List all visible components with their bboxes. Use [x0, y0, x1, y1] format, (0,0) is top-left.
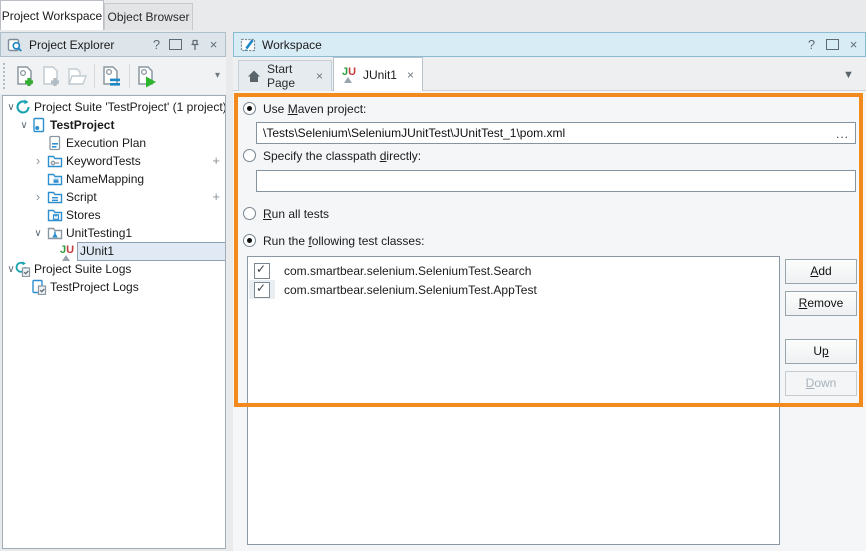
tab-start-page[interactable]: Start Page × — [238, 60, 332, 91]
app-window: Project Workspace Object Browser Project… — [0, 0, 866, 551]
use-maven-radio[interactable] — [243, 102, 256, 115]
project-explorer-header: Project Explorer ? × — [0, 32, 226, 57]
project-explorer-icon — [7, 37, 23, 53]
tab-list-dropdown-icon[interactable]: ▼ — [843, 69, 854, 81]
tab-junit1[interactable]: JU JUnit1 × — [333, 57, 423, 91]
down-button[interactable]: Down — [785, 371, 857, 396]
unit-testing-icon — [47, 225, 63, 241]
script-icon — [47, 189, 63, 205]
tab-project-workspace[interactable]: Project Workspace — [0, 0, 104, 30]
toolbar-separator — [129, 64, 130, 88]
open-item-button[interactable] — [64, 63, 90, 89]
tab-start-page-label: Start Page — [267, 62, 306, 90]
tree-item-testproject[interactable]: ∨ TestProject — [3, 116, 225, 134]
run-following-label: Run the following test classes: — [263, 234, 424, 248]
list-item[interactable]: com.smartbear.selenium.SeleniumTest.AppT… — [249, 280, 780, 299]
maximize-icon[interactable] — [826, 39, 839, 50]
classpath-label: Specify the classpath directly: — [263, 149, 421, 163]
stores-icon — [47, 207, 63, 223]
tree-item-testproject-logs[interactable]: TestProject Logs — [3, 278, 225, 296]
classpath-input[interactable] — [256, 170, 856, 192]
test-class-name: com.smartbear.selenium.SeleniumTest.Sear… — [284, 264, 531, 278]
close-tab-icon[interactable]: × — [316, 69, 323, 83]
tree-item-execution-plan[interactable]: Execution Plan — [3, 134, 225, 152]
add-child-button[interactable]: + — [212, 191, 220, 203]
tab-object-browser[interactable]: Object Browser — [104, 3, 193, 30]
close-icon[interactable]: × — [848, 38, 859, 51]
tab-project-workspace-label: Project Workspace — [2, 9, 102, 23]
test-class-checkbox[interactable] — [254, 263, 270, 279]
tree-item-stores[interactable]: Stores — [3, 206, 225, 224]
add-child-button[interactable]: + — [212, 155, 220, 167]
use-maven-label: Use Maven project: — [263, 102, 366, 116]
project-explorer-title: Project Explorer — [29, 38, 114, 52]
add-project-button[interactable] — [12, 63, 38, 89]
close-tab-icon[interactable]: × — [407, 68, 414, 82]
pin-icon[interactable] — [189, 39, 201, 51]
workspace-header: Workspace ? × — [233, 32, 866, 57]
tree-item-namemapping[interactable]: NameMapping — [3, 170, 225, 188]
execution-plan-icon — [47, 135, 63, 151]
junit-icon: JU — [60, 245, 77, 260]
home-icon — [247, 69, 261, 83]
up-button[interactable]: Up — [785, 339, 857, 364]
tree-item-project-suite[interactable]: ∨ Project Suite 'TestProject' (1 project… — [3, 98, 225, 116]
project-suite-icon — [15, 99, 31, 115]
remove-button[interactable]: Remove — [785, 291, 857, 316]
junit-icon: JU — [342, 67, 357, 82]
workspace-title: Workspace — [262, 38, 322, 52]
expander-icon[interactable]: ∨ — [32, 228, 44, 239]
suite-logs-icon — [15, 261, 31, 277]
run-all-tests-radio[interactable] — [243, 207, 256, 220]
list-item[interactable]: com.smartbear.selenium.SeleniumTest.Sear… — [249, 261, 780, 280]
expander-icon[interactable]: › — [32, 156, 44, 166]
run-all-tests-label: Run all tests — [263, 207, 329, 221]
project-icon — [31, 117, 47, 133]
tree-item-keywordtests[interactable]: › KeywordTests + — [3, 152, 225, 170]
maven-path-value: \Tests\Selenium\SeleniumJUnitTest\JUnitT… — [263, 126, 565, 140]
tree-item-junit1[interactable]: JU JUnit1 — [3, 242, 225, 260]
help-icon[interactable]: ? — [806, 38, 817, 51]
tree-item-project-suite-logs[interactable]: ∨ Project Suite Logs — [3, 260, 225, 278]
tab-junit1-label: JUnit1 — [363, 68, 397, 82]
toolbar-grip[interactable] — [3, 63, 8, 89]
run-following-radio[interactable] — [243, 234, 256, 247]
tree-item-unittesting1[interactable]: ∨ UnitTesting1 — [3, 224, 225, 242]
tab-object-browser-label: Object Browser — [107, 10, 189, 24]
project-explorer-tree: ∨ Project Suite 'TestProject' (1 project… — [2, 95, 226, 549]
expander-icon[interactable]: ∨ — [18, 120, 30, 131]
workspace-icon — [240, 37, 256, 53]
close-icon[interactable]: × — [208, 38, 219, 51]
expander-icon[interactable]: › — [32, 192, 44, 202]
add-item-button[interactable] — [38, 63, 64, 89]
help-icon[interactable]: ? — [151, 38, 162, 51]
project-explorer-toolbar: ▾ — [0, 57, 226, 94]
test-classes-list[interactable]: com.smartbear.selenium.SeleniumTest.Sear… — [247, 256, 780, 545]
test-class-name: com.smartbear.selenium.SeleniumTest.AppT… — [284, 283, 537, 297]
run-project-button[interactable] — [134, 63, 160, 89]
toolbar-overflow-icon[interactable]: ▾ — [215, 70, 220, 81]
add-button[interactable]: Add — [785, 259, 857, 284]
organize-execution-plan-button[interactable] — [99, 63, 125, 89]
keyword-tests-icon — [47, 153, 63, 169]
name-mapping-icon — [47, 171, 63, 187]
tree-item-script[interactable]: › Script + — [3, 188, 225, 206]
classpath-radio[interactable] — [243, 149, 256, 162]
maven-path-input[interactable]: \Tests\Selenium\SeleniumJUnitTest\JUnitT… — [256, 122, 856, 144]
maximize-icon[interactable] — [169, 39, 182, 50]
project-logs-icon — [31, 279, 47, 295]
test-class-checkbox[interactable] — [254, 282, 270, 298]
toolbar-separator — [94, 64, 95, 88]
browse-button[interactable]: ... — [836, 124, 849, 144]
